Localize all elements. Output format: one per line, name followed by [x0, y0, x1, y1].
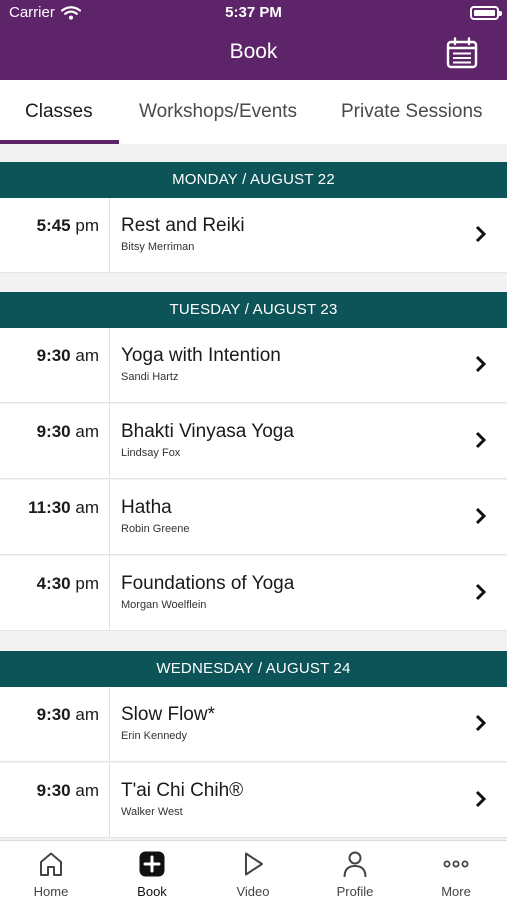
class-name: Rest and Reiki: [121, 215, 245, 236]
teacher-name: Lindsay Fox: [121, 447, 181, 459]
person-icon: [343, 851, 367, 878]
class-name: Bhakti Vinyasa Yoga: [121, 421, 294, 442]
chevron-right-icon: [475, 431, 487, 449]
class-row[interactable]: 4:30 pm Foundations of Yoga Morgan Woelf…: [0, 556, 507, 631]
tabbar-label: More: [441, 884, 471, 899]
tabbar-home[interactable]: Home: [1, 841, 101, 900]
class-row[interactable]: 9:30 am Yoga with Intention Sandi Hartz: [0, 328, 507, 403]
nav-bar: Book: [0, 26, 507, 80]
tabbar-label: Book: [137, 884, 167, 899]
tabbar-profile[interactable]: Profile: [305, 841, 405, 900]
teacher-name: Robin Greene: [121, 523, 190, 535]
row-divider: [109, 328, 110, 402]
status-time: 5:37 PM: [225, 4, 282, 21]
day-header: MONDAY / AUGUST 22: [0, 162, 507, 198]
teacher-name: Walker West: [121, 806, 183, 818]
class-row[interactable]: 9:30 am T'ai Chi Chih® Walker West: [0, 763, 507, 838]
class-name: Slow Flow*: [121, 704, 215, 725]
plus-square-icon: [139, 851, 165, 877]
tabbar-label: Profile: [336, 884, 374, 899]
class-time: 11:30 am: [28, 498, 99, 517]
tabbar-label: Home: [33, 884, 69, 899]
class-time: 9:30 am: [36, 346, 99, 365]
class-row[interactable]: 5:45 pm Rest and Reiki Bitsy Merriman: [0, 198, 507, 273]
tab-private-sessions[interactable]: Private Sessions: [341, 80, 483, 144]
tab-classes[interactable]: Classes: [25, 80, 93, 144]
page-title: Book: [229, 40, 278, 63]
calendar-icon[interactable]: [445, 36, 479, 70]
tabbar-video[interactable]: Video: [203, 841, 303, 900]
tabbar-more[interactable]: More: [406, 841, 506, 900]
class-name: T'ai Chi Chih®: [121, 780, 244, 801]
class-row[interactable]: 9:30 am Bhakti Vinyasa Yoga Lindsay Fox: [0, 404, 507, 479]
row-divider: [109, 556, 110, 630]
class-time: 4:30 pm: [36, 574, 99, 593]
class-name: Hatha: [121, 497, 172, 518]
class-time: 9:30 am: [36, 422, 99, 441]
tab-bar-top: Classes Workshops/Events Private Session…: [0, 80, 507, 144]
tab-workshops-events[interactable]: Workshops/Events: [139, 80, 297, 144]
class-row[interactable]: 9:30 am Slow Flow* Erin Kennedy: [0, 687, 507, 762]
home-icon: [40, 852, 62, 876]
chevron-right-icon: [475, 507, 487, 525]
chevron-right-icon: [475, 583, 487, 601]
chevron-right-icon: [475, 225, 487, 243]
row-divider: [109, 480, 110, 554]
teacher-name: Bitsy Merriman: [121, 241, 195, 253]
status-bar: Carrier 5:37 PM: [0, 0, 507, 26]
bottom-tab-bar: Home Book Video Profile More: [0, 840, 507, 900]
row-divider: [109, 687, 110, 761]
chevron-right-icon: [475, 355, 487, 373]
class-time: 9:30 am: [36, 781, 99, 800]
class-schedule-list[interactable]: MONDAY / AUGUST 22 5:45 pm Rest and Reik…: [0, 144, 507, 840]
day-header: WEDNESDAY / AUGUST 24: [0, 651, 507, 687]
row-divider: [109, 763, 110, 837]
more-dots-icon: [443, 860, 469, 868]
tabbar-label: Video: [236, 884, 270, 899]
class-name: Yoga with Intention: [121, 345, 281, 366]
battery-icon: [470, 6, 502, 20]
class-time: 5:45 pm: [36, 216, 99, 235]
class-row[interactable]: 11:30 am Hatha Robin Greene: [0, 480, 507, 555]
row-divider: [109, 404, 110, 478]
class-time: 9:30 am: [36, 705, 99, 724]
day-header: TUESDAY / AUGUST 23: [0, 292, 507, 328]
play-icon: [245, 852, 263, 876]
teacher-name: Morgan Woelflein: [121, 599, 207, 611]
row-divider: [109, 198, 110, 272]
teacher-name: Erin Kennedy: [121, 730, 188, 742]
chevron-right-icon: [475, 790, 487, 808]
tabbar-book[interactable]: Book: [102, 841, 202, 900]
chevron-right-icon: [475, 714, 487, 732]
class-name: Foundations of Yoga: [121, 573, 295, 594]
teacher-name: Sandi Hartz: [121, 371, 179, 383]
